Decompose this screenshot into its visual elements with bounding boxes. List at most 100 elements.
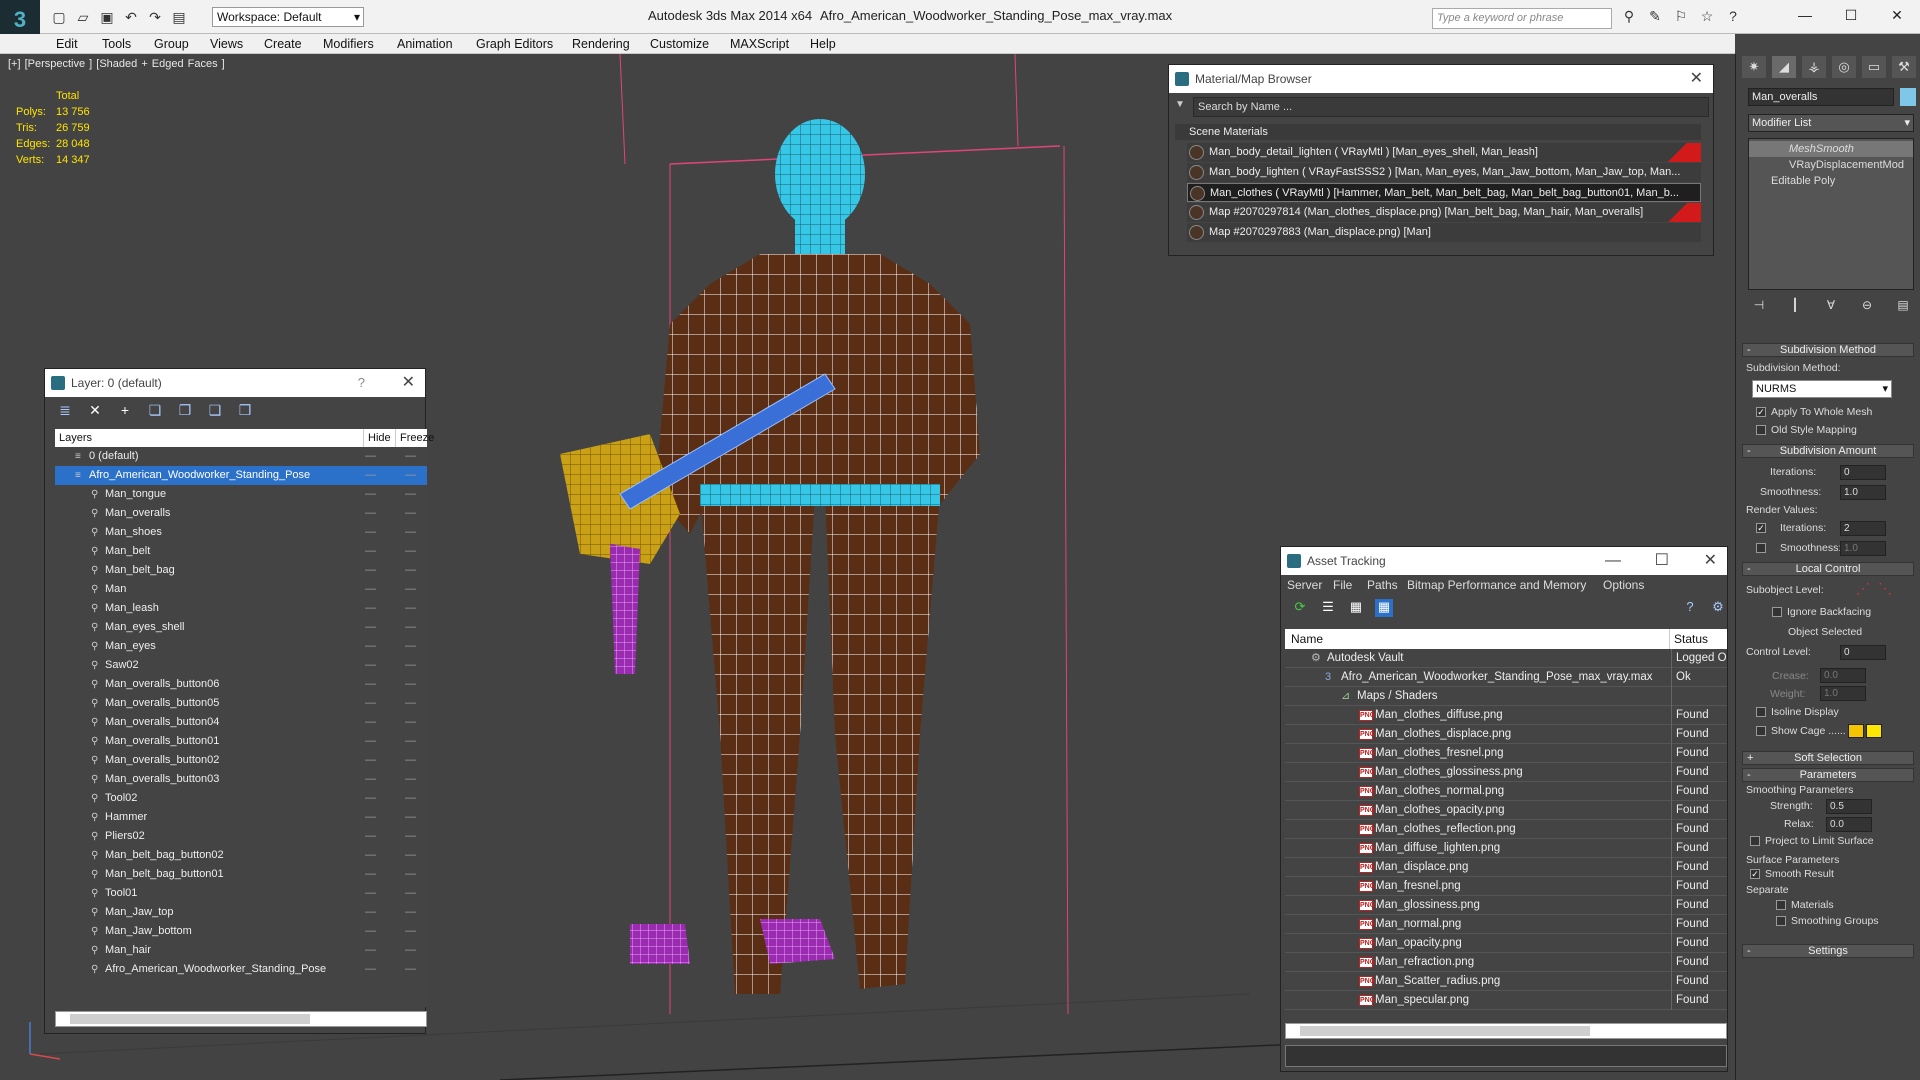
layer-row[interactable]: ⚲ Man_belt — —	[55, 542, 427, 561]
layer-row[interactable]: ⚲ Man_belt_bag — —	[55, 561, 427, 580]
asset-row[interactable]: PNG Man_clothes_normal.png Found	[1285, 782, 1727, 801]
freeze-toggle[interactable]: —	[405, 542, 416, 561]
rollout-subdivision-amount[interactable]: - Subdivision Amount	[1742, 444, 1914, 458]
cage-selection-color-swatch[interactable]	[1866, 724, 1882, 738]
asset-row[interactable]: ⊿ Maps / Shaders	[1285, 687, 1727, 706]
asset-row[interactable]: ⚙ Autodesk Vault Logged Out	[1285, 649, 1727, 668]
layer-row[interactable]: ≡ Afro_American_Woodworker_Standing_Pose —…	[55, 466, 427, 485]
open-file-icon[interactable]: ▱	[74, 8, 92, 26]
layer-row[interactable]: ⚲ Man_overalls — —	[55, 504, 427, 523]
asset-row[interactable]: PNG Man_fresnel.png Found	[1285, 877, 1727, 896]
asset-row[interactable]: PNG Man_clothes_diffuse.png Found	[1285, 706, 1727, 725]
show-end-result-icon[interactable]: ┃	[1784, 298, 1806, 318]
asset-tracking-title[interactable]: Asset Tracking ✕ ☐ —	[1281, 547, 1727, 575]
hide-toggle[interactable]: —	[365, 447, 376, 466]
hide-all-layers-icon[interactable]: ❑	[205, 402, 225, 420]
viewport-label[interactable]: [+] [Perspective ] [Shaded + Edged Faces…	[8, 58, 225, 70]
layer-row[interactable]: ⚲ Man_hair — —	[55, 941, 427, 960]
create-tab-icon[interactable]: ✷	[1742, 56, 1766, 78]
asset-horizontal-scrollbar[interactable]	[1285, 1023, 1727, 1039]
material-row[interactable]: Map #2070297883 (Man_displace.png) [Man]	[1187, 223, 1701, 242]
modifier-list-dropdown[interactable]: Modifier List	[1748, 114, 1914, 132]
layer-row[interactable]: ⚲ Saw02 — —	[55, 656, 427, 675]
hide-toggle[interactable]: —	[365, 903, 376, 922]
relax-spinner[interactable]: 0.0	[1826, 817, 1872, 832]
table-view-icon[interactable]: ▦	[1375, 599, 1393, 617]
menu-edit[interactable]: Edit	[56, 37, 78, 51]
hide-toggle[interactable]: —	[365, 960, 376, 979]
freeze-column-header[interactable]: Freeze	[395, 429, 434, 447]
save-icon[interactable]: ▣	[98, 8, 116, 26]
smoothness-spinner[interactable]: 1.0	[1840, 485, 1886, 500]
vertex-subobject-icon[interactable]: ⋰	[1856, 580, 1870, 597]
iterations-spinner[interactable]: 0	[1840, 465, 1886, 480]
freeze-toggle[interactable]: —	[405, 941, 416, 960]
asset-row[interactable]: PNG Man_diffuse_lighten.png Found	[1285, 839, 1727, 858]
layer-row[interactable]: ⚲ Man_eyes_shell — —	[55, 618, 427, 637]
delete-layer-icon[interactable]: ✕	[85, 402, 105, 420]
freeze-toggle[interactable]: —	[405, 922, 416, 941]
hide-toggle[interactable]: —	[365, 846, 376, 865]
menu-rendering[interactable]: Rendering	[572, 37, 630, 51]
hide-toggle[interactable]: —	[365, 637, 376, 656]
freeze-toggle[interactable]: —	[405, 865, 416, 884]
object-color-swatch[interactable]	[1900, 88, 1916, 106]
hide-toggle[interactable]: —	[365, 884, 376, 903]
menu-group[interactable]: Group	[154, 37, 189, 51]
hide-toggle[interactable]: —	[365, 694, 376, 713]
utilities-tab-icon[interactable]: ⚒	[1892, 56, 1916, 78]
binoculars-icon[interactable]: ⚲	[1620, 8, 1638, 25]
close-icon[interactable]: ✕	[1690, 65, 1703, 93]
freeze-toggle[interactable]: —	[405, 485, 416, 504]
help-search-input[interactable]: Type a keyword or phrase	[1432, 8, 1612, 29]
hierarchy-tab-icon[interactable]: ⚶	[1802, 56, 1826, 78]
hide-toggle[interactable]: —	[365, 523, 376, 542]
old-style-mapping-checkbox[interactable]	[1756, 425, 1766, 435]
close-icon[interactable]: ✕	[1704, 547, 1717, 575]
freeze-toggle[interactable]: —	[405, 656, 416, 675]
material-row[interactable]: Man_body_lighten ( VRayFastSSS2 ) [Man, …	[1187, 163, 1701, 182]
info-center-icon[interactable]: ⚐	[1672, 8, 1690, 25]
freeze-toggle[interactable]: —	[405, 466, 416, 485]
layer-row[interactable]: ⚲ Man_overalls_button02 — —	[55, 751, 427, 770]
menu-animation[interactable]: Animation	[397, 37, 453, 51]
freeze-toggle[interactable]: —	[405, 846, 416, 865]
material-row[interactable]: Map #2070297814 (Man_clothes_displace.pn…	[1187, 203, 1701, 222]
configure-sets-icon[interactable]: ▤	[1892, 298, 1914, 318]
layer-row[interactable]: ⚲ Man_leash — —	[55, 599, 427, 618]
undo-icon[interactable]: ↶	[122, 8, 140, 26]
help-icon[interactable]: ?	[1724, 8, 1742, 25]
separate-materials-checkbox[interactable]	[1776, 900, 1786, 910]
menu-customize[interactable]: Customize	[650, 37, 709, 51]
add-to-layer-icon[interactable]: +	[115, 402, 135, 420]
freeze-toggle[interactable]: —	[405, 447, 416, 466]
apply-whole-mesh-checkbox[interactable]: ✓	[1756, 407, 1766, 417]
weight-spinner[interactable]: 1.0	[1820, 686, 1866, 701]
redo-icon[interactable]: ↷	[146, 8, 164, 26]
remove-modifier-icon[interactable]: ⊖	[1856, 298, 1878, 318]
menu-bitmap-performance[interactable]: Bitmap Performance and Memory	[1407, 575, 1586, 595]
menu-help[interactable]: Help	[810, 37, 836, 51]
help-icon[interactable]: ?	[1681, 599, 1699, 617]
separate-smoothing-groups-checkbox[interactable]	[1776, 916, 1786, 926]
layer-row[interactable]: ⚲ Man_overalls_button06 — —	[55, 675, 427, 694]
strength-spinner[interactable]: 0.5	[1826, 799, 1872, 814]
scene-materials-group[interactable]: Scene Materials	[1175, 124, 1701, 140]
asset-row[interactable]: PNG Man_specular.png Found	[1285, 991, 1727, 1010]
asset-row[interactable]: PNG Man_clothes_opacity.png Found	[1285, 801, 1727, 820]
subdivision-method-dropdown[interactable]: NURMS	[1752, 380, 1892, 398]
layer-row[interactable]: ⚲ Hammer — —	[55, 808, 427, 827]
rollout-subdivision-method[interactable]: - Subdivision Method	[1742, 343, 1914, 357]
menu-modifiers[interactable]: Modifiers	[323, 37, 374, 51]
layer-row[interactable]: ⚲ Man_overalls_button04 — —	[55, 713, 427, 732]
hide-toggle[interactable]: —	[365, 466, 376, 485]
menu-tools[interactable]: Tools	[102, 37, 131, 51]
rollout-parameters[interactable]: - Parameters	[1742, 768, 1914, 782]
layer-horizontal-scrollbar[interactable]	[55, 1011, 427, 1027]
asset-row[interactable]: PNG Man_opacity.png Found	[1285, 934, 1727, 953]
asset-row[interactable]: PNG Man_glossiness.png Found	[1285, 896, 1727, 915]
scrollbar-thumb[interactable]	[1300, 1026, 1590, 1036]
hide-toggle[interactable]: —	[365, 713, 376, 732]
rollout-local-control[interactable]: - Local Control	[1742, 562, 1914, 576]
layer-row[interactable]: ⚲ Man_Jaw_bottom — —	[55, 922, 427, 941]
